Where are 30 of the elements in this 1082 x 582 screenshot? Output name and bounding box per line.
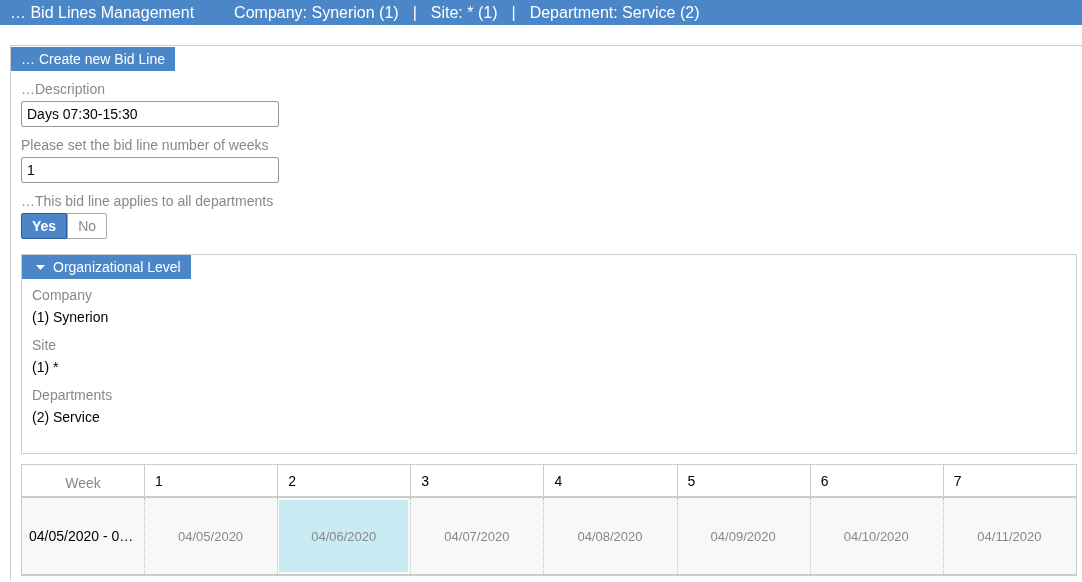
field-label: Company (32, 287, 93, 303)
date-cell[interactable]: 04/11/2020 (944, 500, 1074, 572)
field-value: (1) Synerion (32, 309, 110, 325)
context-text: Department: Service (2) (529, 3, 700, 22)
context-text: | (412, 3, 417, 22)
page-title: … Bid Lines Management (10, 3, 195, 22)
field-label: Site (32, 337, 58, 353)
context-text: | (511, 3, 516, 22)
context-text: Company: Synerion (1) (234, 3, 399, 22)
section-header[interactable]: Organizational Level (22, 255, 191, 279)
field-label: Departments (32, 387, 114, 403)
panel-title: … Create new Bid Line (11, 47, 175, 71)
date-cell[interactable]: 04/08/2020 (545, 500, 675, 572)
toggle-option[interactable]: Yes (21, 213, 68, 239)
context-text: Site: * (1) (430, 3, 498, 22)
field-label: …Description (21, 81, 107, 97)
date-cell[interactable]: 04/09/2020 (678, 500, 808, 572)
input-field[interactable]: Days 07:30-15:30 (21, 101, 279, 127)
toggle-option[interactable]: No (67, 213, 108, 239)
date-cell[interactable]: 04/05/2020 (146, 500, 276, 572)
field-label: Please set the bid line number of weeks (21, 137, 270, 153)
date-cell[interactable]: 04/07/2020 (412, 500, 542, 572)
input-field[interactable]: 1 (21, 157, 279, 183)
date-cell[interactable]: 04/06/2020 (279, 500, 409, 572)
field-value: (1) * (32, 359, 60, 375)
field-label: …This bid line applies to all departments (21, 193, 275, 209)
caret-icon (36, 264, 45, 270)
field-value: (2) Service (32, 409, 101, 425)
row-header: 04/05/2020 - 0… (22, 498, 144, 574)
date-cell[interactable]: 04/10/2020 (811, 500, 941, 572)
